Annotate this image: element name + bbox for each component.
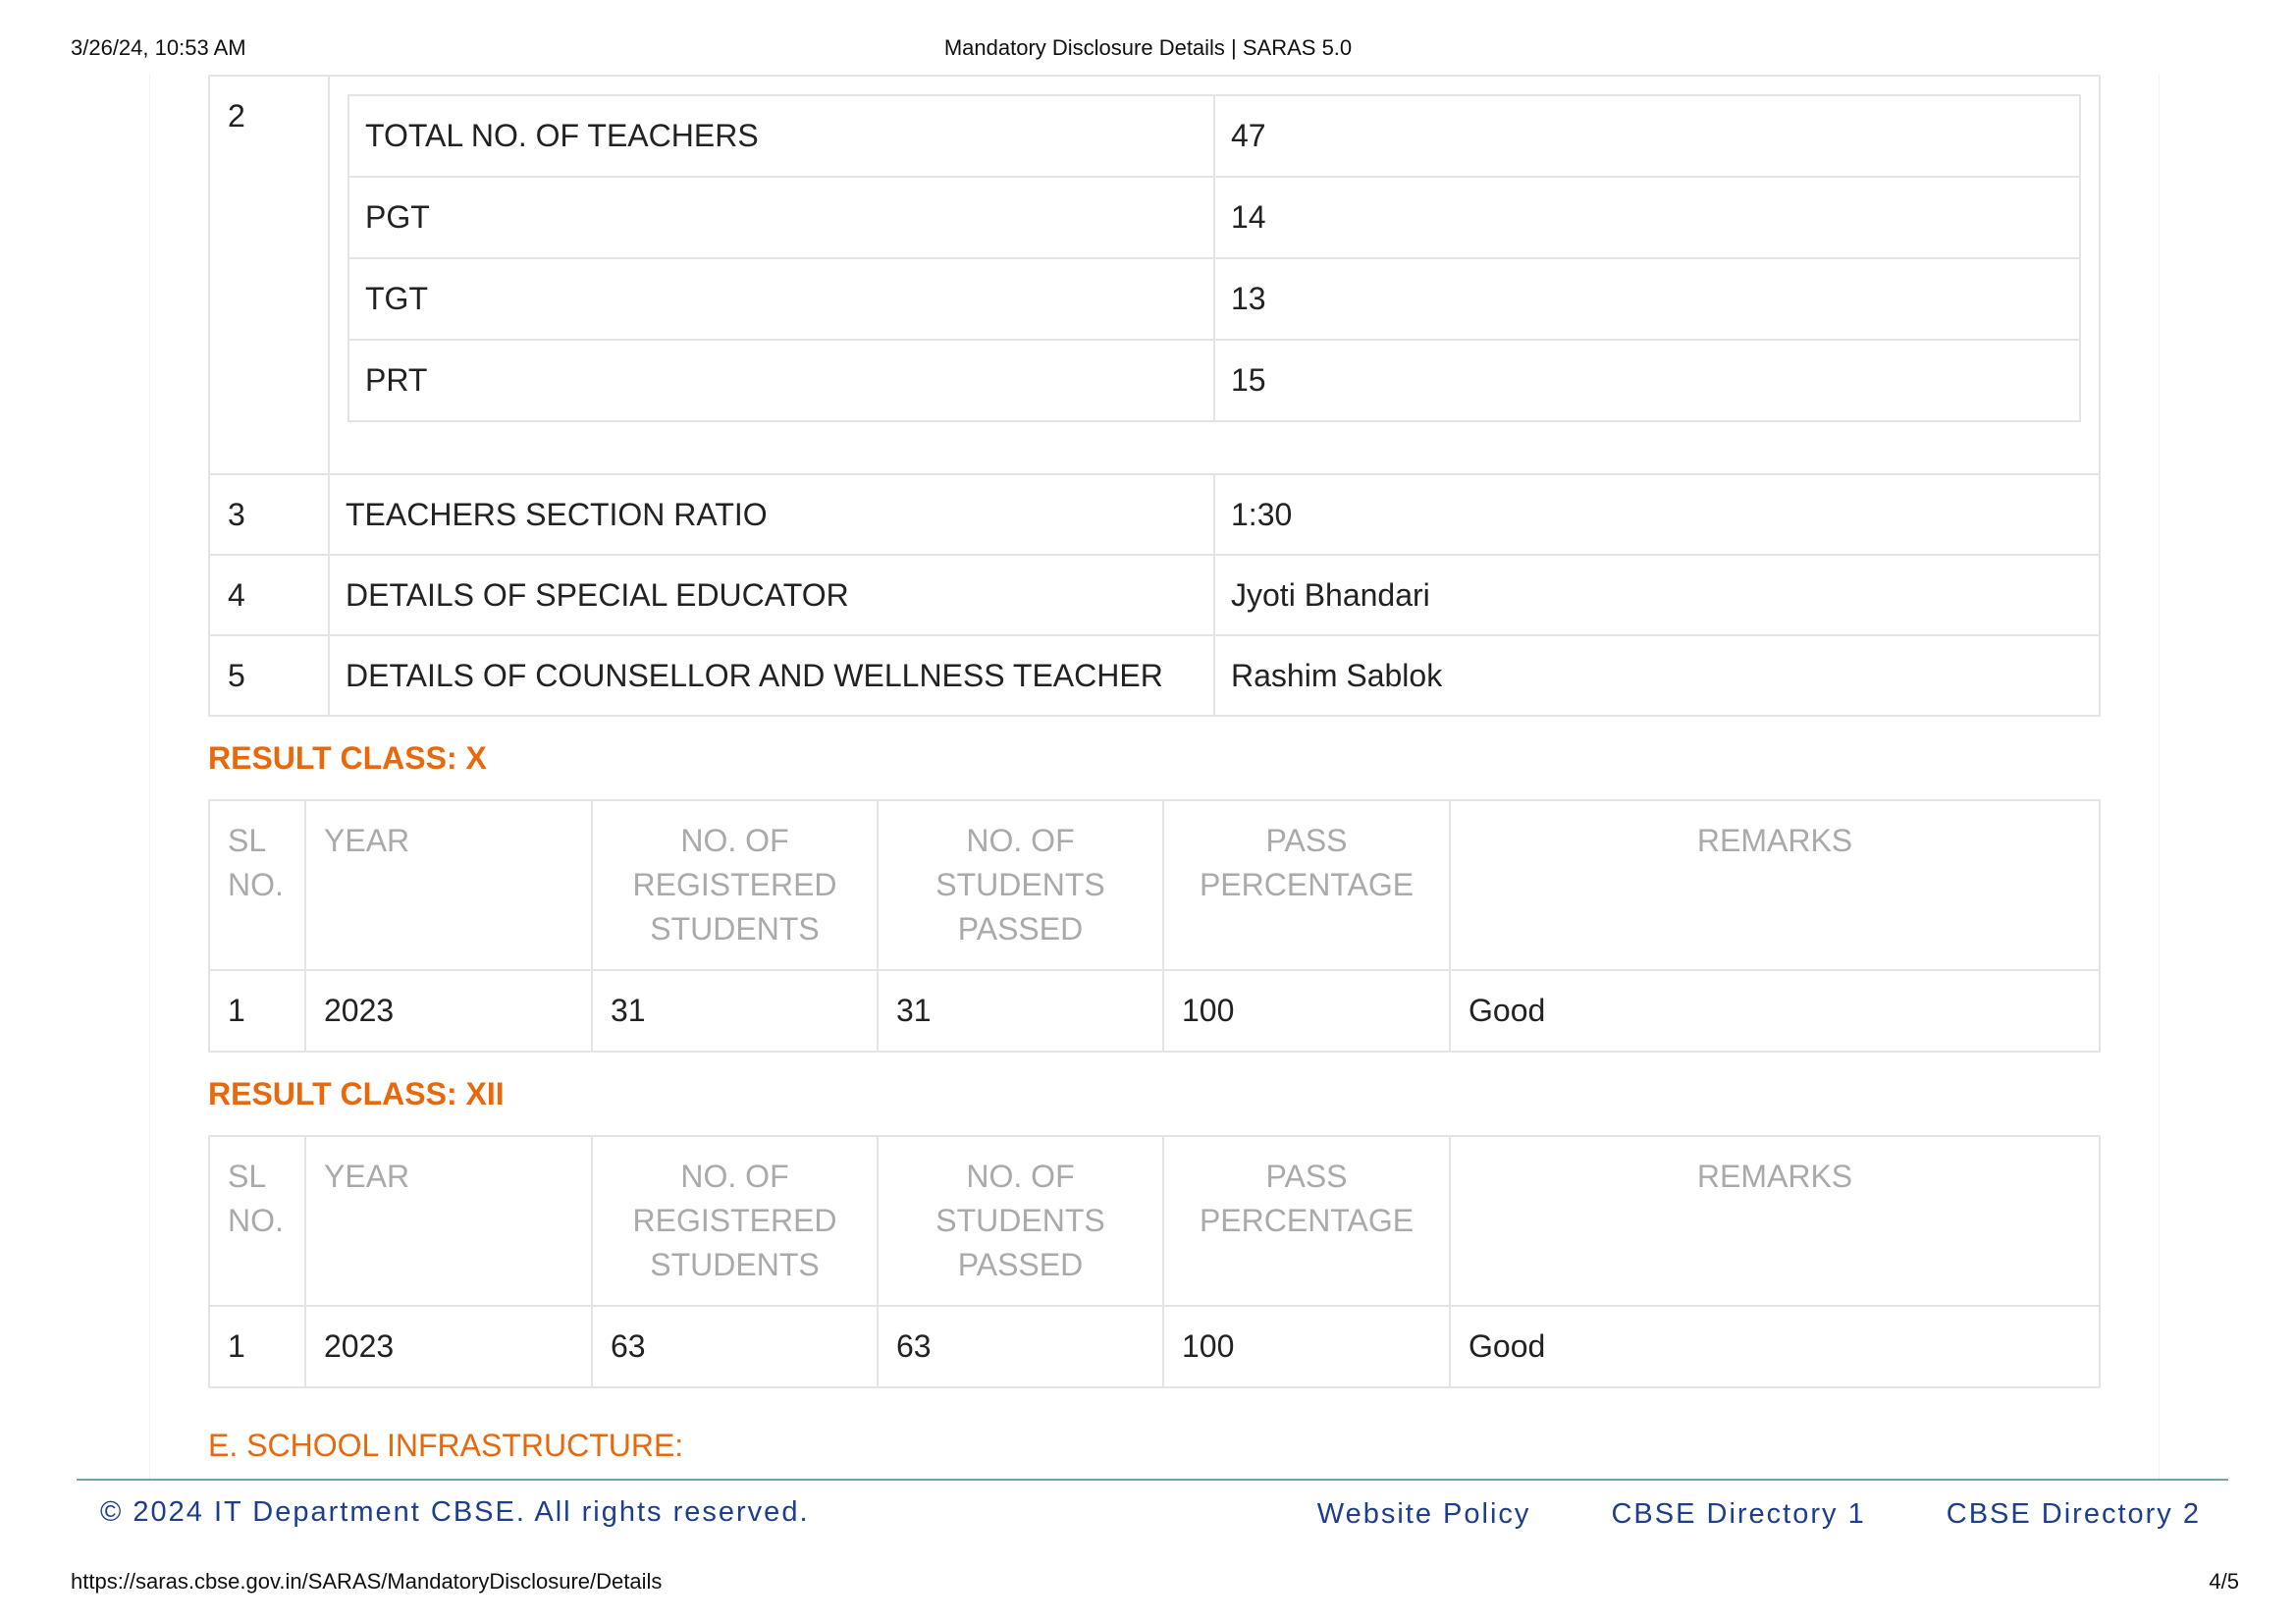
cell-remarks: Good	[1449, 969, 2101, 1053]
staff-details-table: 2 TOTAL NO. OF TEACHERS 47 PGT 14 TGT 13…	[208, 75, 2101, 717]
label-cell: PGT	[347, 176, 1215, 259]
teachers-breakdown-table: TOTAL NO. OF TEACHERS 47 PGT 14 TGT 13 P…	[347, 94, 2081, 422]
value-cell: Jyoti Bhandari	[1213, 554, 2101, 636]
table-row: 1 2023 63 63 100 Good	[208, 1305, 2101, 1388]
value-cell: 47	[1213, 94, 2081, 178]
col-header-registered: NO. OF REGISTERED STUDENTS	[591, 1135, 879, 1307]
label-cell: DETAILS OF SPECIAL EDUCATOR	[328, 554, 1215, 636]
print-page-title: Mandatory Disclosure Details | SARAS 5.0	[943, 35, 1353, 60]
cell-percentage: 100	[1162, 1305, 1451, 1388]
value-cell: 1:30	[1213, 473, 2101, 556]
cell-passed: 63	[877, 1305, 1164, 1388]
table-row: TOTAL NO. OF TEACHERS 47	[347, 94, 2081, 178]
col-header-sl: SL NO.	[208, 1135, 306, 1307]
sl-cell: 4	[208, 554, 330, 636]
value-cell: 14	[1213, 176, 2081, 259]
label-cell: PRT	[347, 339, 1215, 422]
cell-registered: 31	[591, 969, 879, 1053]
sl-cell: 2	[208, 75, 330, 475]
website-policy-link[interactable]: Website Policy	[1317, 1498, 1531, 1530]
col-header-registered: NO. OF REGISTERED STUDENTS	[591, 799, 879, 971]
table-row: 2 TOTAL NO. OF TEACHERS 47 PGT 14 TGT 13…	[208, 75, 2101, 475]
footer-links: Website Policy CBSE Directory 1 CBSE Dir…	[1247, 1498, 2201, 1531]
col-header-year: YEAR	[304, 799, 593, 971]
label-cell: TGT	[347, 257, 1215, 341]
cell-registered: 63	[591, 1305, 879, 1388]
result-class-xii-table: SL NO. YEAR NO. OF REGISTERED STUDENTS N…	[208, 1135, 2101, 1388]
print-url: https://saras.cbse.gov.in/SARAS/Mandator…	[71, 1569, 663, 1594]
content-panel: 2 TOTAL NO. OF TEACHERS 47 PGT 14 TGT 13…	[149, 75, 2160, 1481]
sl-cell: 3	[208, 473, 330, 556]
col-header-remarks: REMARKS	[1449, 1135, 2101, 1307]
col-header-sl: SL NO.	[208, 799, 306, 971]
cell-remarks: Good	[1449, 1305, 2101, 1388]
table-row: 4 DETAILS OF SPECIAL EDUCATOR Jyoti Bhan…	[208, 554, 2101, 636]
label-cell: DETAILS OF COUNSELLOR AND WELLNESS TEACH…	[328, 634, 1215, 717]
result-class-x-heading: RESULT CLASS: X	[208, 740, 487, 776]
sl-cell: 5	[208, 634, 330, 717]
col-header-percentage: PASS PERCENTAGE	[1162, 1135, 1451, 1307]
cell-year: 2023	[304, 1305, 593, 1388]
cbse-directory-2-link[interactable]: CBSE Directory 2	[1947, 1498, 2201, 1530]
copyright-text: © 2024 IT Department CBSE. All rights re…	[100, 1496, 810, 1528]
table-header-row: SL NO. YEAR NO. OF REGISTERED STUDENTS N…	[208, 1135, 2101, 1307]
print-footer: https://saras.cbse.gov.in/SARAS/Mandator…	[71, 1569, 2239, 1598]
print-page-number: 4/5	[2209, 1569, 2239, 1594]
label-cell: TOTAL NO. OF TEACHERS	[347, 94, 1215, 178]
cell-year: 2023	[304, 969, 593, 1053]
label-cell: TEACHERS SECTION RATIO	[328, 473, 1215, 556]
col-header-percentage: PASS PERCENTAGE	[1162, 799, 1451, 971]
disclosure-content: 2 TOTAL NO. OF TEACHERS 47 PGT 14 TGT 13…	[208, 75, 2101, 1475]
site-footer: © 2024 IT Department CBSE. All rights re…	[77, 1479, 2228, 1549]
col-header-passed: NO. OF STUDENTS PASSED	[877, 1135, 1164, 1307]
cell-passed: 31	[877, 969, 1164, 1053]
table-row: PRT 15	[347, 339, 2081, 422]
value-cell: Rashim Sablok	[1213, 634, 2101, 717]
cell-percentage: 100	[1162, 969, 1451, 1053]
cbse-directory-1-link[interactable]: CBSE Directory 1	[1611, 1498, 1865, 1530]
value-cell: 15	[1213, 339, 2081, 422]
table-row: PGT 14	[347, 176, 2081, 259]
table-row: 3 TEACHERS SECTION RATIO 1:30	[208, 473, 2101, 556]
school-infrastructure-heading: E. SCHOOL INFRASTRUCTURE:	[208, 1428, 684, 1463]
result-class-xii-heading: RESULT CLASS: XII	[208, 1076, 505, 1111]
cell-sl: 1	[208, 969, 306, 1053]
print-header: 3/26/24, 10:53 AM Mandatory Disclosure D…	[71, 35, 2225, 65]
cell-sl: 1	[208, 1305, 306, 1388]
result-class-x-table: SL NO. YEAR NO. OF REGISTERED STUDENTS N…	[208, 799, 2101, 1053]
col-header-year: YEAR	[304, 1135, 593, 1307]
table-header-row: SL NO. YEAR NO. OF REGISTERED STUDENTS N…	[208, 799, 2101, 971]
teachers-breakdown-cell: TOTAL NO. OF TEACHERS 47 PGT 14 TGT 13 P…	[328, 75, 2101, 475]
col-header-remarks: REMARKS	[1449, 799, 2101, 971]
value-cell: 13	[1213, 257, 2081, 341]
col-header-passed: NO. OF STUDENTS PASSED	[877, 799, 1164, 971]
table-row: 5 DETAILS OF COUNSELLOR AND WELLNESS TEA…	[208, 634, 2101, 717]
table-row: TGT 13	[347, 257, 2081, 341]
table-row: 1 2023 31 31 100 Good	[208, 969, 2101, 1053]
